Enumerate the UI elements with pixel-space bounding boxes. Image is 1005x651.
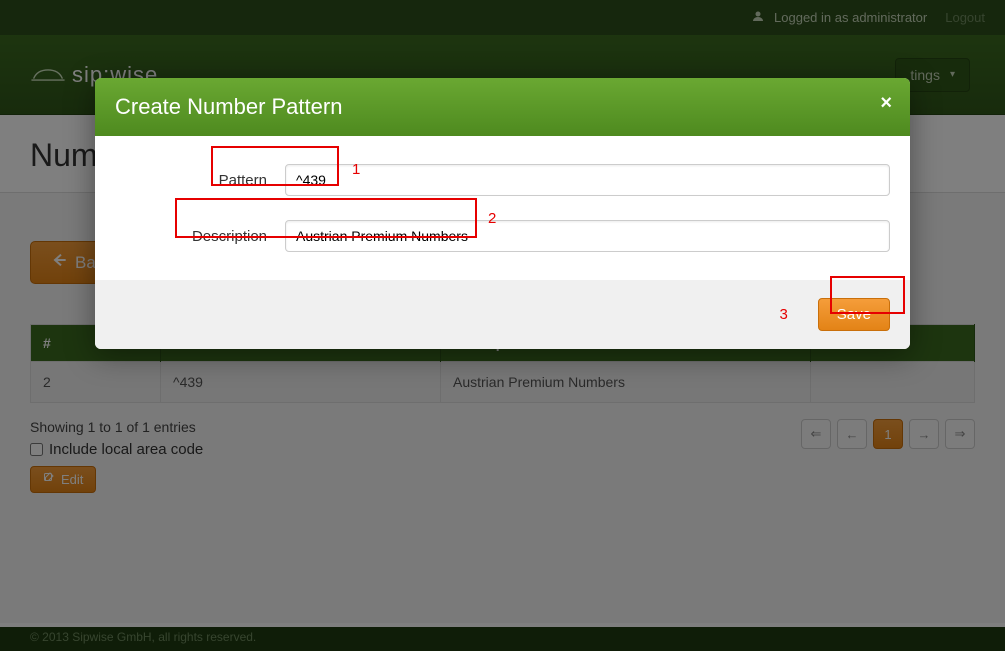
- description-input[interactable]: [285, 220, 890, 252]
- form-row-pattern: Pattern: [115, 164, 890, 196]
- modal-footer: 3 Save: [95, 280, 910, 349]
- annotation-3: 3: [779, 306, 787, 323]
- description-label: Description: [115, 228, 285, 245]
- modal-title: Create Number Pattern: [115, 94, 342, 119]
- modal-body: Pattern Description: [95, 136, 910, 280]
- modal-header: Create Number Pattern ×: [95, 78, 910, 136]
- form-row-description: Description: [115, 220, 890, 252]
- close-icon[interactable]: ×: [880, 92, 892, 115]
- pattern-input[interactable]: [285, 164, 890, 196]
- save-button[interactable]: Save: [818, 298, 890, 331]
- pattern-label: Pattern: [115, 172, 285, 189]
- create-pattern-modal: Create Number Pattern × Pattern Descript…: [95, 78, 910, 349]
